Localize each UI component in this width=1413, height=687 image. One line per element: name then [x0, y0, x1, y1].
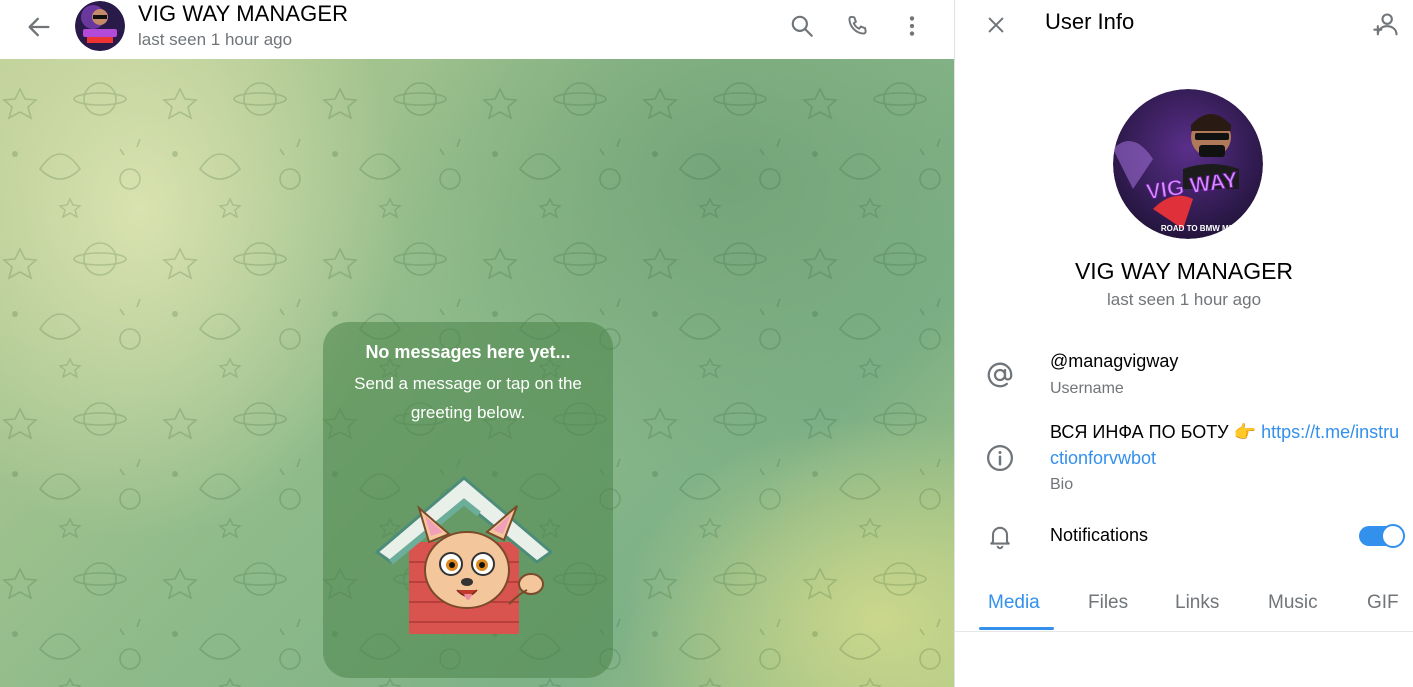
notifications-icon-wrap: [983, 519, 1017, 553]
bio-icon-wrap: [983, 441, 1017, 475]
empty-chat-title: No messages here yet...: [365, 342, 571, 362]
telegram-window: VIG WAY MANAGER last seen 1 hour ago No …: [0, 0, 1413, 687]
bio-label: Bio: [1050, 476, 1074, 493]
active-tab-indicator: [979, 627, 1054, 630]
username-value[interactable]: @managvigway: [1050, 351, 1178, 372]
chat-avatar[interactable]: [75, 1, 125, 51]
chat-title[interactable]: VIG WAY MANAGER: [138, 1, 348, 27]
chat-header: VIG WAY MANAGER last seen 1 hour ago: [0, 0, 954, 59]
username-label: Username: [1050, 380, 1124, 397]
empty-chat-text: Send a message or tap on the greeting be…: [354, 374, 582, 422]
username-icon-wrap: [983, 358, 1017, 392]
call-button[interactable]: [839, 8, 875, 44]
close-panel-button[interactable]: [977, 6, 1015, 44]
at-sign-icon: [987, 362, 1013, 388]
tab-music[interactable]: Music: [1268, 592, 1318, 614]
greeting-sticker[interactable]: [369, 472, 559, 642]
profile-status: last seen 1 hour ago: [1106, 290, 1262, 309]
tab-files[interactable]: Files: [1088, 592, 1128, 614]
search-button[interactable]: [784, 8, 820, 44]
close-icon: [988, 17, 1004, 33]
shared-media-tabs: Media Files Links Music GIF: [955, 584, 1413, 632]
more-button[interactable]: [894, 8, 930, 44]
user-info-panel: User Info VIG WAY ROAD TO BMW M5 VIG WAY…: [954, 0, 1413, 687]
bio-value: ВСЯ ИНФА ПО БОТУ 👉 https://t.me/instruct…: [1050, 419, 1405, 471]
back-button[interactable]: [20, 8, 58, 46]
profile-name: VIG WAY MANAGER: [1074, 258, 1294, 284]
profile-avatar[interactable]: VIG WAY ROAD TO BMW M5: [1113, 89, 1263, 239]
bio-text: ВСЯ ИНФА ПО БОТУ: [1050, 422, 1229, 442]
chat-column: VIG WAY MANAGER last seen 1 hour ago No …: [0, 0, 954, 687]
tab-gif[interactable]: GIF: [1367, 592, 1399, 614]
dog-in-house-sticker: [374, 476, 554, 634]
chat-status: last seen 1 hour ago: [138, 30, 293, 49]
toggle-knob: [1381, 524, 1405, 548]
notifications-label: Notifications: [1050, 525, 1149, 545]
info-icon: [987, 445, 1013, 471]
panel-title: User Info: [1045, 9, 1135, 34]
chat-background: No messages here yet... Send a message o…: [0, 59, 954, 687]
avatar-logo-subtext: ROAD TO BMW M5: [1161, 224, 1234, 233]
pointing-hand-emoji: 👉: [1233, 422, 1257, 442]
tab-links[interactable]: Links: [1175, 592, 1219, 614]
more-vertical-icon: [909, 16, 915, 36]
back-arrow-icon: [28, 17, 50, 37]
empty-chat-card: No messages here yet... Send a message o…: [323, 322, 613, 678]
notifications-toggle[interactable]: [1359, 524, 1405, 548]
phone-icon: [848, 15, 867, 35]
bell-icon: [990, 526, 1010, 550]
tab-media[interactable]: Media: [988, 592, 1040, 614]
add-contact-button[interactable]: [1367, 6, 1405, 44]
add-contact-icon: [1373, 13, 1398, 36]
search-icon: [791, 15, 813, 37]
